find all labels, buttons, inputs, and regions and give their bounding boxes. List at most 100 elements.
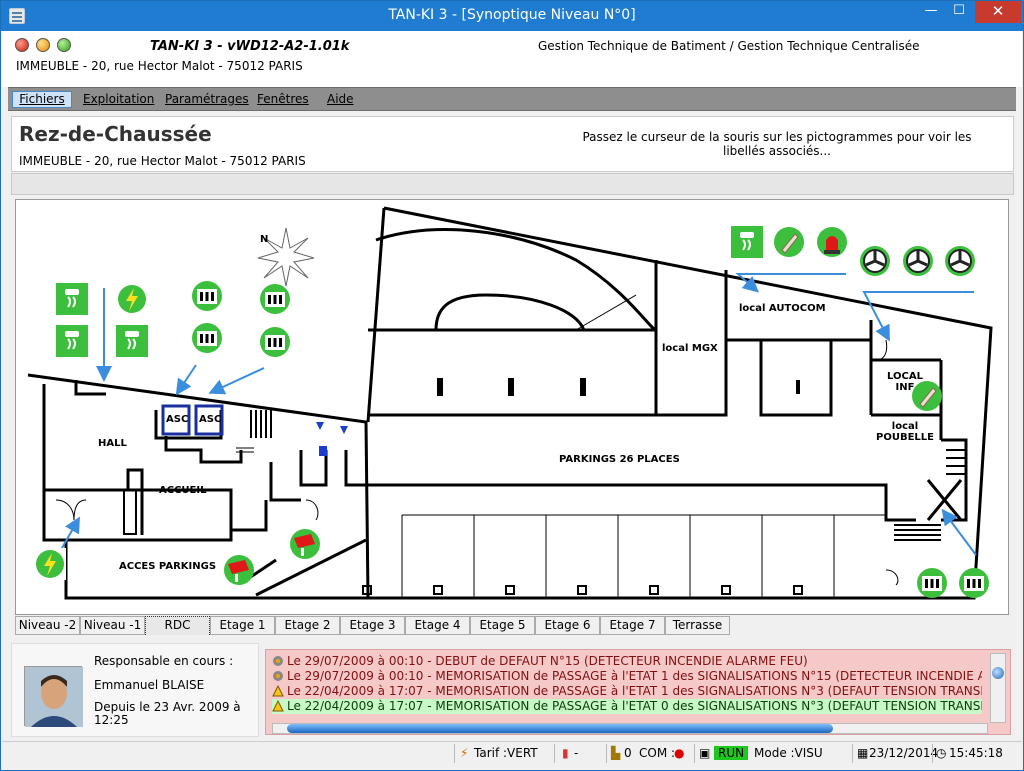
occupancy-icon[interactable] <box>958 567 990 599</box>
room-label-acces-parkings: ACCES PARKINGS <box>119 561 217 572</box>
time-status: 15:45:18 <box>949 746 1003 760</box>
smoke-detector-icon[interactable] <box>56 283 88 315</box>
event-row[interactable]: Le 29/07/2009 à 00:10 - DEBUT de DEFAUT … <box>272 654 982 669</box>
title-bar[interactable]: TAN-KI 3 - [Synoptique Niveau N°0] — ☐ ✕ <box>1 1 1023 31</box>
tab-etage-6[interactable]: Etage 6 <box>535 616 600 635</box>
gauge-status: - <box>574 746 579 760</box>
responsable-label: Responsable en cours : <box>94 654 234 668</box>
occupancy-icon[interactable] <box>191 280 223 312</box>
tarif-status: Tarif :VERT <box>474 746 538 760</box>
occupancy-icon[interactable] <box>259 283 291 315</box>
window-title: TAN-KI 3 - [Synoptique Niveau N°0] <box>388 7 636 23</box>
event-log-hscroll[interactable] <box>272 723 988 734</box>
fault-icon <box>272 670 284 682</box>
clock-icon: ◷ <box>936 746 947 760</box>
scroll-thumb[interactable] <box>287 724 833 733</box>
counter-status: 0 <box>624 746 632 760</box>
gauge-icon: ▮ <box>562 746 569 760</box>
com-indicator-icon: ● <box>674 746 685 760</box>
status-light-red-icon <box>15 38 29 52</box>
room-label-mgx: local MGX <box>662 343 718 354</box>
pc-icon: ▣ <box>699 746 711 760</box>
maximize-button[interactable]: ☐ <box>945 1 973 23</box>
com-label: COM : <box>639 746 676 760</box>
tab-etage-5[interactable]: Etage 5 <box>470 616 535 635</box>
room-label-autocom: local AUTOCOM <box>739 303 826 314</box>
north-label: N <box>260 234 269 245</box>
menu-fichiers[interactable]: Fichiers <box>12 91 72 108</box>
occupancy-icon[interactable] <box>191 322 223 354</box>
tab-etage-1[interactable]: Etage 1 <box>210 616 275 635</box>
event-text: Le 22/04/2009 à 17:07 - MEMORISATION de … <box>287 699 982 713</box>
warning-icon <box>272 684 284 697</box>
event-text: Le 22/04/2009 à 17:07 - MEMORISATION de … <box>287 684 982 698</box>
close-button[interactable]: ✕ <box>975 1 1021 23</box>
tab-etage-2[interactable]: Etage 2 <box>275 616 340 635</box>
event-log[interactable]: Le 29/07/2009 à 00:10 - DEBUT de DEFAUT … <box>265 649 1011 735</box>
tab-niveau-1[interactable]: Niveau -1 <box>80 616 145 635</box>
menu-fenetres[interactable]: Fenêtres <box>257 92 309 106</box>
extinguisher-icon[interactable] <box>773 226 805 258</box>
fan-icon[interactable] <box>859 245 891 277</box>
level-header: Rez-de-Chaussée IMMEUBLE - 20, rue Hecto… <box>11 116 1014 172</box>
status-light-orange-icon <box>36 38 50 52</box>
responsable-name: Emmanuel BLAISE <box>94 678 205 692</box>
room-label-poubelle: local POUBELLE <box>876 421 934 443</box>
room-label-hall: HALL <box>98 438 127 449</box>
warning-icon <box>272 699 284 712</box>
status-light-green-icon <box>57 38 71 52</box>
tab-rdc[interactable]: RDC <box>145 616 210 635</box>
minimize-button[interactable]: — <box>917 1 945 23</box>
avatar <box>24 666 83 727</box>
occupancy-icon[interactable] <box>916 567 948 599</box>
app-subtitle: Gestion Technique de Batiment / Gestion … <box>538 39 920 53</box>
hint-text: Passez le curseur de la souris sur les p… <box>582 130 972 158</box>
tab-etage-7[interactable]: Etage 7 <box>600 616 665 635</box>
run-status: RUN <box>714 746 749 760</box>
power-fault-icon[interactable] <box>116 283 148 315</box>
tab-terrasse[interactable]: Terrasse <box>665 616 730 635</box>
smoke-detector-icon[interactable] <box>56 325 88 357</box>
bottom-panel: Responsable en cours : Emmanuel BLAISE D… <box>11 643 1014 739</box>
extinguisher-icon[interactable] <box>911 380 943 412</box>
event-row[interactable]: Le 22/04/2009 à 17:07 - MEMORISATION de … <box>272 684 982 699</box>
smoke-detector-icon[interactable] <box>116 325 148 357</box>
room-label-parkings: PARKINGS 26 PLACES <box>559 454 680 465</box>
menu-parametrages[interactable]: Paramétrages <box>165 92 249 106</box>
fault-icon <box>272 655 284 667</box>
power-fault-icon[interactable] <box>34 548 66 580</box>
status-bar: ⚡ Tarif :VERT ▮ - ▙ 0 COM : ● ▣ RUN Mode… <box>2 741 1022 765</box>
menu-aide[interactable]: Aide <box>327 92 354 106</box>
elevator-label-1: ASC <box>166 414 189 425</box>
camera-icon[interactable] <box>289 528 321 560</box>
room-label-accueil: ACCUEIL <box>159 485 207 496</box>
counter-icon: ▙ <box>611 746 621 760</box>
event-row[interactable]: Le 22/04/2009 à 17:07 - MEMORISATION de … <box>272 699 982 714</box>
tab-niveau-2[interactable]: Niveau -2 <box>15 616 80 635</box>
tab-etage-3[interactable]: Etage 3 <box>340 616 405 635</box>
camera-icon[interactable] <box>223 554 255 586</box>
fan-icon[interactable] <box>902 245 934 277</box>
responsable-panel: Responsable en cours : Emmanuel BLAISE D… <box>11 643 259 737</box>
smoke-detector-icon[interactable] <box>731 226 763 258</box>
menu-exploitation[interactable]: Exploitation <box>83 92 154 106</box>
floor-plan: N HALL ACCUEIL ASC ASC ACCES PARKINGS PA… <box>15 199 1009 615</box>
level-tabs: Niveau -2 Niveau -1 RDC Etage 1 Etage 2 Etage… <box>15 616 1009 635</box>
lightning-icon: ⚡ <box>460 746 469 760</box>
level-title: Rez-de-Chaussée <box>19 122 212 146</box>
occupancy-icon[interactable] <box>259 326 291 358</box>
event-row[interactable]: Le 29/07/2009 à 00:10 - MEMORISATION de … <box>272 669 982 684</box>
event-text: Le 29/07/2009 à 00:10 - MEMORISATION de … <box>287 669 982 683</box>
site-address: IMMEUBLE - 20, rue Hector Malot - 75012 … <box>16 59 303 73</box>
tab-etage-4[interactable]: Etage 4 <box>405 616 470 635</box>
fan-icon[interactable] <box>944 245 976 277</box>
app-window: TAN-KI 3 - [Synoptique Niveau N°0] — ☐ ✕… <box>0 0 1024 771</box>
app-header: TAN-KI 3 - vWD12-A2-1.01k Gestion Techni… <box>2 31 1022 87</box>
scroll-thumb[interactable] <box>992 667 1004 679</box>
calendar-icon: ▦ <box>857 746 869 760</box>
event-text: Le 29/07/2009 à 00:10 - DEBUT de DEFAUT … <box>287 654 808 668</box>
app-version: TAN-KI 3 - vWD12-A2-1.01k <box>150 39 350 54</box>
event-log-vscroll[interactable] <box>990 653 1006 723</box>
elevator-label-2: ASC <box>199 414 222 425</box>
siren-icon[interactable] <box>816 226 848 258</box>
